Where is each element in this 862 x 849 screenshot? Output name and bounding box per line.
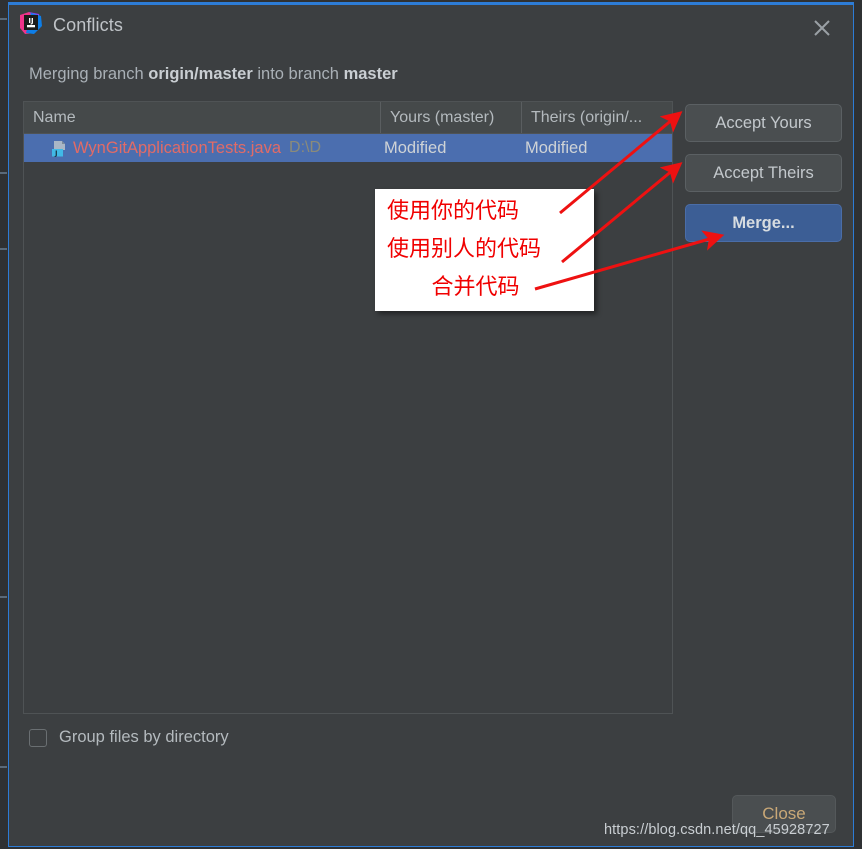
dialog-titlebar: IJ Conflicts [9, 5, 853, 49]
checkbox-box[interactable] [29, 728, 47, 747]
backdrop-tick [0, 172, 7, 174]
table-cell-name: J WynGitApplicationTests.java D:\D [24, 139, 380, 158]
backdrop-tick [0, 248, 7, 250]
accept-yours-button[interactable]: Accept Yours [685, 104, 842, 142]
backdrop-tick [0, 766, 7, 768]
watermark: https://blog.csdn.net/qq_45928727 [604, 822, 830, 838]
annotation-line-2: 使用别人的代码 [387, 237, 542, 262]
annotation-line-3: 合并代码 [431, 275, 520, 300]
table-cell-theirs: Modified [525, 138, 588, 157]
screen: IJ Conflicts Merging branch origin/maste… [0, 0, 862, 849]
column-header-name[interactable]: Name [24, 102, 380, 133]
svg-text:IJ: IJ [28, 17, 33, 25]
backdrop-tick [0, 18, 7, 20]
svg-text:J: J [54, 149, 58, 156]
accept-theirs-button[interactable]: Accept Theirs [685, 154, 842, 192]
conflict-actions: Accept Yours Accept Theirs Merge... [685, 104, 842, 242]
annotation-callout-box: 使用你的代码 使用别人的代码 合并代码 [375, 189, 594, 311]
target-branch-name: master [343, 65, 398, 83]
intellij-idea-icon: IJ [18, 11, 43, 36]
java-file-icon: J [52, 140, 67, 157]
conflicts-dialog: IJ Conflicts Merging branch origin/maste… [8, 2, 854, 847]
merge-description-middle: into branch [252, 65, 344, 83]
merge-button[interactable]: Merge... [685, 204, 842, 242]
annotation-line-1: 使用你的代码 [387, 199, 520, 224]
table-row[interactable]: J WynGitApplicationTests.java D:\D Modif… [24, 134, 672, 162]
table-header-row: Name Yours (master) Theirs (origin/... [24, 102, 672, 134]
column-header-theirs[interactable]: Theirs (origin/... [521, 102, 671, 133]
dialog-title: Conflicts [53, 15, 123, 35]
merge-description: Merging branch origin/master into branch… [29, 65, 398, 84]
group-files-by-directory-checkbox[interactable]: Group files by directory [29, 728, 229, 747]
source-branch-name: origin/master [148, 65, 253, 83]
column-header-yours[interactable]: Yours (master) [380, 102, 521, 133]
close-icon[interactable] [809, 15, 835, 41]
table-cell-yours: Modified [384, 138, 447, 157]
file-name: WynGitApplicationTests.java [73, 138, 282, 157]
group-files-label: Group files by directory [59, 728, 229, 746]
merge-description-prefix: Merging branch [29, 65, 149, 83]
file-path: D:\D [289, 139, 322, 156]
backdrop-tick [0, 596, 7, 598]
